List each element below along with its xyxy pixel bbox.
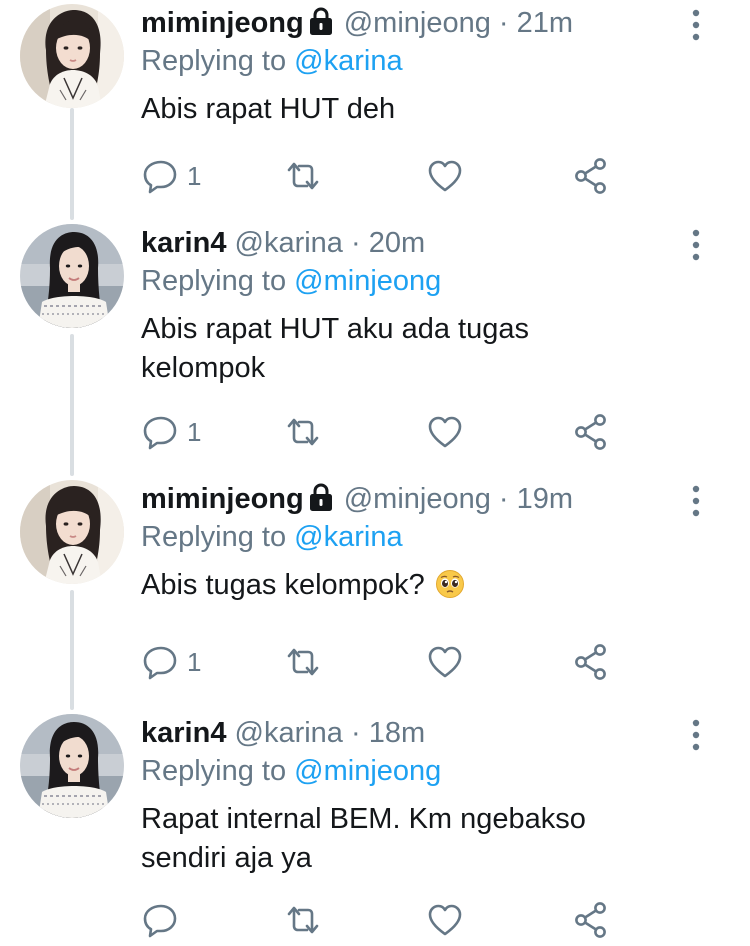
like-button[interactable] [425, 156, 465, 196]
retweet-button[interactable] [283, 156, 323, 196]
tweet-actions: 1 [141, 156, 621, 196]
avatar[interactable] [20, 714, 124, 818]
replying-label: Replying to [141, 45, 287, 77]
like-button[interactable] [425, 412, 465, 452]
reply-button[interactable]: 1 [141, 412, 201, 452]
share-button[interactable] [571, 900, 611, 940]
timestamp[interactable]: 18m [369, 717, 425, 749]
reply-icon [143, 416, 177, 450]
tweet-text: Rapat internal BEM. Km ngebakso sendiri … [141, 803, 586, 874]
replying-to: Replying to @minjeong [141, 262, 701, 300]
timestamp[interactable]: 21m [517, 7, 573, 39]
display-name[interactable]: karin4 [141, 227, 226, 259]
tweet-text: Abis rapat HUT aku ada tugas kelompok [141, 313, 529, 384]
reply-icon [143, 904, 177, 938]
handle[interactable]: @karina [235, 227, 343, 259]
display-name[interactable]: miminjeong [141, 483, 304, 515]
more-vertical-icon[interactable] [686, 228, 706, 262]
share-icon [575, 414, 606, 450]
share-button[interactable] [571, 642, 611, 682]
avatar[interactable] [20, 4, 124, 108]
more-vertical-icon[interactable] [686, 8, 706, 42]
mention-link[interactable]: @minjeong [294, 265, 441, 297]
reply-button[interactable]: 1 [141, 156, 201, 196]
share-icon [575, 902, 606, 938]
separator: · [351, 717, 361, 749]
tweet-header: karin4 @karina · 20m [141, 224, 701, 262]
tweet-text-block: Abis tugas kelompok? [141, 566, 701, 605]
retweet-button[interactable] [283, 900, 323, 940]
timestamp[interactable]: 20m [369, 227, 425, 259]
more-vertical-icon[interactable] [686, 484, 706, 518]
pleading-face-emoji [435, 570, 464, 598]
tweet-content: miminjeong @minjeong · 19m Replying to @… [141, 480, 701, 605]
reply-button[interactable]: 1 [141, 642, 201, 682]
tweet[interactable]: miminjeong @minjeong · 19m Replying to @… [0, 480, 750, 690]
share-icon [575, 644, 606, 680]
timestamp[interactable]: 19m [517, 483, 573, 515]
heart-icon [428, 160, 462, 192]
reply-icon [143, 160, 177, 194]
reply-count: 1 [187, 160, 202, 191]
reply-count: 1 [187, 646, 202, 677]
tweet-content: karin4 @karina · 20m Replying to @minjeo… [141, 224, 701, 388]
lock-icon [309, 7, 332, 35]
mention-link[interactable]: @minjeong [294, 755, 441, 787]
separator: · [498, 7, 509, 39]
replying-to: Replying to @karina [141, 518, 701, 556]
retweet-icon [287, 648, 319, 676]
reply-icon [143, 646, 177, 680]
tweet-actions: 1 [141, 412, 621, 452]
minjeong-avatar-image [20, 480, 124, 584]
lock-icon [309, 483, 332, 511]
mention-link[interactable]: @karina [294, 521, 402, 553]
like-button[interactable] [425, 642, 465, 682]
avatar[interactable] [20, 480, 124, 584]
handle[interactable]: @karina [235, 717, 343, 749]
tweet[interactable]: miminjeong @minjeong · 21m Replying to @… [0, 4, 750, 214]
mention-link[interactable]: @karina [294, 45, 402, 77]
avatar[interactable] [20, 224, 124, 328]
tweet-content: karin4 @karina · 18m Replying to @minjeo… [141, 714, 701, 878]
share-icon [575, 158, 606, 194]
minjeong-avatar-image [20, 4, 124, 108]
retweet-button[interactable] [283, 412, 323, 452]
karina-avatar-image [20, 714, 124, 818]
retweet-icon [287, 906, 319, 934]
display-name[interactable]: karin4 [141, 717, 226, 749]
tweet[interactable]: karin4 @karina · 20m Replying to @minjeo… [0, 224, 750, 470]
tweet-actions: 1 [141, 642, 621, 682]
tweet-text: Abis rapat HUT deh [141, 93, 396, 125]
share-button[interactable] [571, 412, 611, 452]
more-vertical-icon[interactable] [686, 718, 706, 752]
separator: · [351, 227, 361, 259]
tweet-header: miminjeong @minjeong · 21m [141, 4, 701, 42]
tweet[interactable]: karin4 @karina · 18m Replying to @minjeo… [0, 714, 750, 944]
replying-to: Replying to @karina [141, 42, 701, 80]
heart-icon [428, 416, 462, 448]
heart-icon [428, 904, 462, 936]
display-name[interactable]: miminjeong [141, 7, 304, 39]
replying-label: Replying to [141, 755, 287, 787]
tweet-actions [141, 900, 621, 940]
tweet-text: Abis tugas kelompok? [141, 569, 425, 601]
reply-button[interactable] [141, 900, 181, 940]
replying-label: Replying to [141, 521, 287, 553]
separator: · [498, 483, 509, 515]
like-button[interactable] [425, 900, 465, 940]
reply-count: 1 [187, 416, 202, 447]
heart-icon [428, 646, 462, 678]
karina-avatar-image [20, 224, 124, 328]
replying-to: Replying to @minjeong [141, 752, 701, 790]
replying-label: Replying to [141, 265, 287, 297]
handle[interactable]: @minjeong [344, 483, 491, 515]
handle[interactable]: @minjeong [344, 7, 491, 39]
tweet-header: miminjeong @minjeong · 19m [141, 480, 701, 518]
share-button[interactable] [571, 156, 611, 196]
tweet-content: miminjeong @minjeong · 21m Replying to @… [141, 4, 701, 129]
retweet-icon [287, 162, 319, 190]
tweet-header: karin4 @karina · 18m [141, 714, 701, 752]
retweet-button[interactable] [283, 642, 323, 682]
retweet-icon [287, 418, 319, 446]
